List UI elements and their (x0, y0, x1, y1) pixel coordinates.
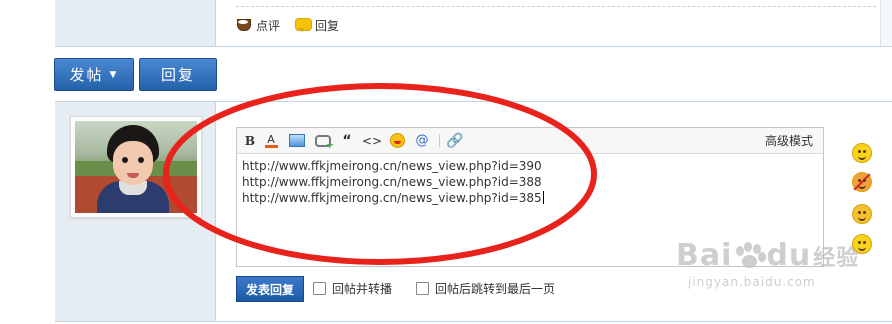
reply-button-label: 回复 (160, 66, 195, 84)
color-bar (264, 145, 278, 148)
smiley-icon[interactable] (852, 143, 872, 163)
insert-link-button[interactable]: + (315, 132, 334, 151)
prev-post-sidebar (55, 0, 216, 46)
toolbar-separator (439, 134, 440, 147)
advanced-mode-link[interactable]: 高级模式 (765, 132, 813, 149)
bold-button[interactable]: B (243, 132, 257, 149)
dropdown-caret-icon: ▼ (109, 69, 119, 80)
font-color-button[interactable]: A (264, 132, 278, 149)
quote-button[interactable]: “ (340, 132, 354, 149)
editor-line: http://www.ffkjmeirong.cn/news_view.php?… (242, 191, 544, 205)
editor-toolbar: B A + “ <> @ 🔗 高级模式 (237, 128, 823, 154)
reply-button[interactable]: 回复 (139, 58, 217, 91)
dashed-divider (236, 6, 876, 7)
jump-last-label: 回帖后跳转到最后一页 (435, 282, 556, 296)
editor-textarea[interactable]: http://www.ffkjmeirong.cn/news_view.php?… (242, 158, 818, 206)
editor-line: http://www.ffkjmeirong.cn/news_view.php?… (242, 175, 542, 189)
forward-checkbox[interactable] (313, 282, 326, 295)
reply-editor[interactable]: B A + “ <> @ 🔗 高级模式 http://www.ffkjmeiro… (236, 127, 824, 267)
new-post-label: 发帖 (69, 66, 104, 84)
attachment-icon: 🔗 (446, 132, 464, 149)
reply-action[interactable]: 回复 (295, 16, 339, 34)
jump-last-checkbox[interactable] (416, 282, 429, 295)
reply-bottom-border (55, 321, 892, 322)
attachment-button[interactable]: 🔗 (446, 132, 464, 149)
text-cursor (542, 191, 544, 204)
editor-line: http://www.ffkjmeirong.cn/news_view.php?… (242, 159, 542, 173)
comment-label: 点评 (256, 18, 281, 33)
happy-smiley-icon[interactable] (852, 234, 872, 254)
mention-button[interactable]: @ (415, 132, 429, 149)
submit-reply-button[interactable]: 发表回复 (236, 276, 304, 302)
reply-label: 回复 (315, 18, 340, 33)
image-icon (289, 134, 305, 147)
comment-action[interactable]: 点评 (236, 16, 280, 34)
insert-image-button[interactable] (289, 132, 305, 149)
right-edge-panel (880, 0, 892, 46)
smiley-button[interactable] (389, 132, 405, 149)
jump-last-option[interactable]: 回帖后跳转到最后一页 (416, 280, 555, 297)
avatar (75, 121, 197, 213)
forward-option[interactable]: 回帖并转播 (313, 280, 392, 297)
smiley-icon (389, 133, 405, 148)
forward-label: 回帖并转播 (332, 282, 393, 296)
code-button[interactable]: <> (362, 132, 382, 149)
link-icon: + (315, 134, 334, 151)
thinking-smiley-icon[interactable] (852, 204, 872, 224)
speech-bubble-icon (295, 18, 312, 32)
no-smiley-icon[interactable] (852, 172, 872, 192)
avatar-frame[interactable] (70, 116, 202, 218)
watermark-url: jingyan.baidu.com (688, 275, 816, 289)
new-post-button[interactable]: 发帖 ▼ (54, 58, 134, 91)
post-divider (55, 46, 892, 47)
cup-icon (236, 18, 252, 32)
